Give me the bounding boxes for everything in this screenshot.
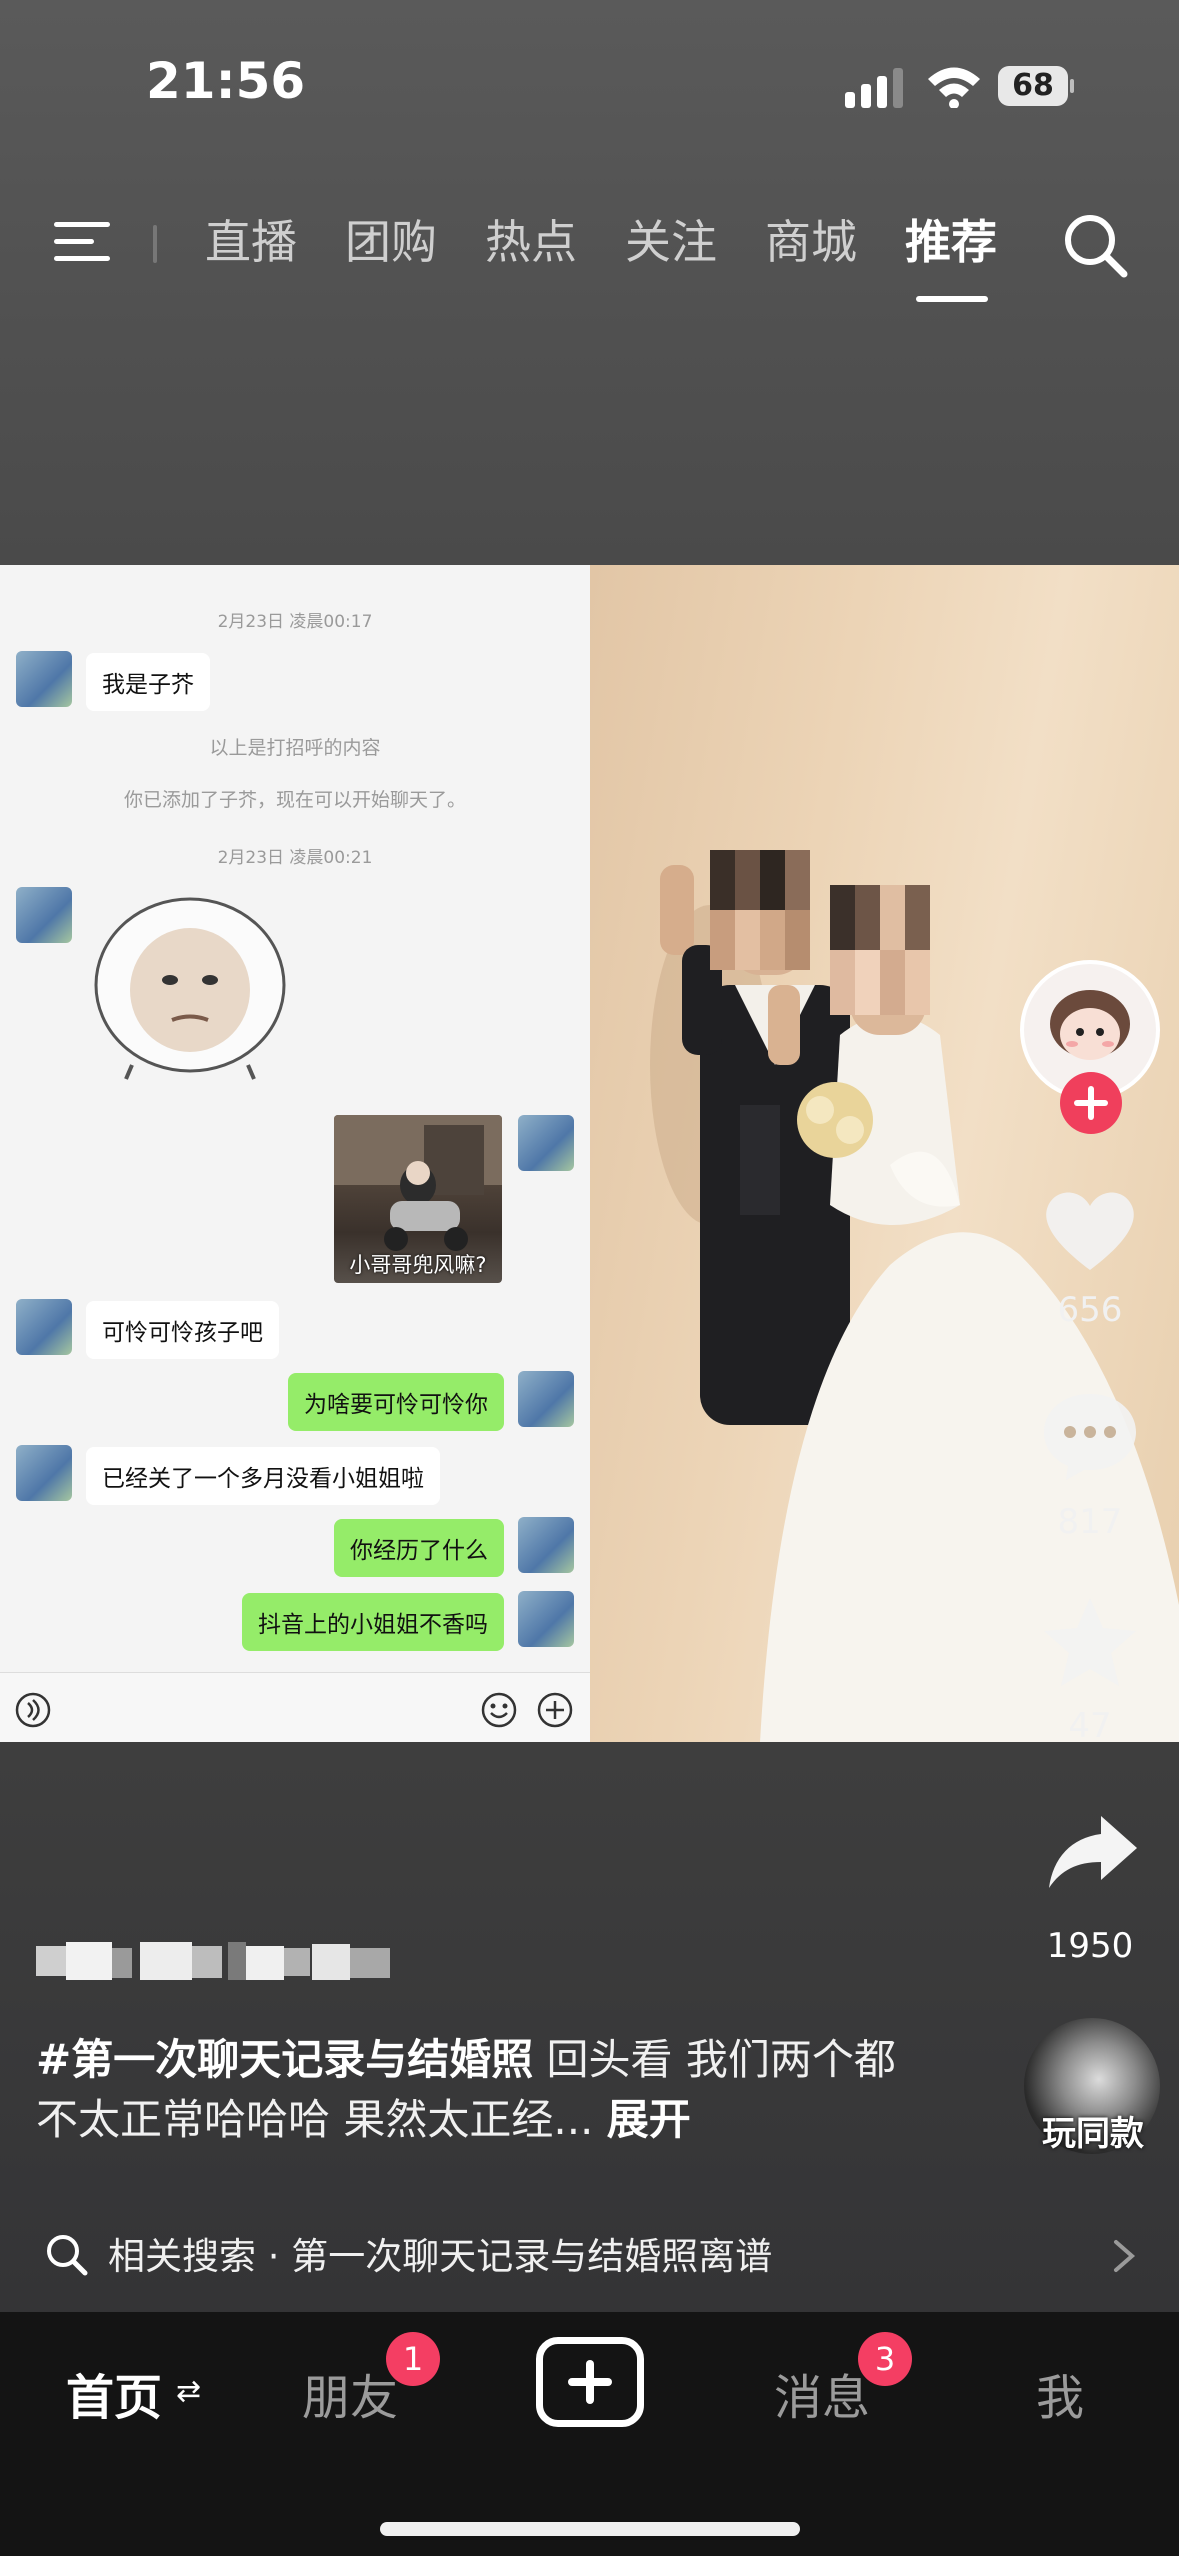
pixelated-face (710, 910, 810, 970)
favorite-count: 47 (1068, 1706, 1112, 1746)
tab-following[interactable]: 关注 (625, 212, 717, 272)
follow-button[interactable] (1060, 1072, 1122, 1134)
avatar (16, 1445, 72, 1501)
pixelated-face (830, 950, 930, 1015)
avatar (518, 1371, 574, 1427)
remix-label[interactable]: 玩同款 (1010, 2106, 1176, 2155)
tab-home[interactable]: 首页 (66, 2358, 162, 2428)
chat-system-message: 你已添加了子芥，现在可以开始聊天了。 (123, 789, 466, 811)
tab-me[interactable]: 我 (1036, 2358, 1084, 2428)
chat-image-message: 小哥哥兜风嘛? (334, 1115, 502, 1283)
tab-friends[interactable]: 朋友 (302, 2358, 398, 2428)
plus-icon (1074, 1086, 1108, 1120)
related-search-text: 相关搜索 · 第一次聊天记录与结婚照离谱 (108, 2226, 772, 2280)
avatar (16, 1299, 72, 1355)
chevron-right-icon (1114, 2240, 1136, 2272)
wedding-photo (590, 565, 1179, 1742)
comment-icon[interactable] (1040, 1390, 1140, 1482)
related-search-bar[interactable]: 相关搜索 · 第一次聊天记录与结婚照离谱 (0, 2210, 1179, 2298)
related-search-prefix: 相关搜索 · (108, 2235, 292, 2278)
like-heart-icon[interactable] (1040, 1184, 1140, 1274)
share-arrow-icon[interactable] (1045, 1812, 1140, 1892)
emoji-icon (481, 1692, 517, 1728)
username-blurred[interactable] (36, 1938, 406, 1988)
friends-badge: 1 (386, 2332, 440, 2386)
avatar (16, 887, 72, 943)
face-sticker-image (94, 897, 286, 1080)
switch-arrows-icon[interactable]: ⇄ (176, 2374, 201, 2409)
tab-trending[interactable]: 热点 (485, 212, 577, 272)
battery-indicator: 68 (998, 66, 1074, 106)
chat-screenshot: 2月23日 凌晨00:17 我是子芥 以上是打招呼的内容 你已添加了子芥，现在可… (0, 565, 590, 1742)
chat-bubble: 抖音上的小姐姐不香吗 (242, 1593, 504, 1651)
like-count: 656 (1057, 1290, 1123, 1330)
battery-level: 68 (998, 66, 1068, 106)
favorite-star-icon[interactable] (1040, 1594, 1140, 1690)
create-button[interactable] (536, 2337, 644, 2427)
tab-mall[interactable]: 商城 (765, 212, 857, 272)
home-indicator (380, 2522, 800, 2536)
active-tab-indicator (916, 296, 988, 302)
avatar (518, 1115, 574, 1171)
status-time: 21:56 (146, 52, 306, 110)
chat-system-message: 以上是打招呼的内容 (209, 737, 381, 759)
menu-icon[interactable] (50, 218, 114, 266)
share-count: 1950 (1046, 1926, 1134, 1966)
nav-divider (153, 225, 157, 263)
search-icon (47, 2235, 88, 2276)
chat-bubble: 为啥要可怜可怜你 (288, 1373, 504, 1431)
wifi-icon (928, 67, 980, 108)
avatar (518, 1517, 574, 1573)
chat-bubble: 你经历了什么 (334, 1519, 504, 1577)
add-icon (537, 1692, 573, 1728)
chat-bubble: 可怜可怜孩子吧 (86, 1301, 279, 1359)
chat-bubble: 我是子芥 (86, 653, 210, 711)
avatar (518, 1591, 574, 1647)
tab-live[interactable]: 直播 (205, 212, 297, 272)
comment-count: 817 (1057, 1502, 1123, 1542)
chat-timestamp: 2月23日 凌晨00:17 (217, 612, 373, 632)
chat-bubble: 已经关了一个多月没看小姐姐啦 (86, 1447, 440, 1505)
video-caption[interactable]: #第一次聊天记录与结婚照 回头看 我们两个都不太正常哈哈哈 果然太正经... 展… (36, 2030, 936, 2150)
tab-group-buy[interactable]: 团购 (345, 212, 437, 272)
bottom-tab-bar: 首页 ⇄ 朋友 1 消息 3 我 (0, 2312, 1179, 2556)
wedding-couple-illustration (650, 865, 1179, 1742)
chat-timestamp: 2月23日 凌晨00:21 (217, 848, 373, 868)
avatar (16, 651, 72, 707)
plus-icon (568, 2360, 612, 2404)
cellular-signal-icon (845, 68, 903, 108)
messages-badge: 3 (858, 2332, 912, 2386)
tab-recommended[interactable]: 推荐 (905, 212, 997, 272)
caption-hashtag[interactable]: #第一次聊天记录与结婚照 (36, 2035, 533, 2084)
related-search-query: 第一次聊天记录与结婚照离谱 (291, 2235, 773, 2278)
image-caption: 小哥哥兜风嘛? (349, 1253, 487, 1277)
chat-input-bar (0, 1672, 590, 1742)
expand-caption-button[interactable]: 展开 (607, 2095, 691, 2144)
voice-icon (15, 1692, 51, 1728)
motorcycle-photo (334, 1115, 502, 1251)
video-player[interactable]: 2月23日 凌晨00:17 我是子芥 以上是打招呼的内容 你已添加了子芥，现在可… (0, 565, 1179, 1742)
search-icon[interactable] (1060, 210, 1130, 280)
tab-messages[interactable]: 消息 (774, 2358, 870, 2428)
